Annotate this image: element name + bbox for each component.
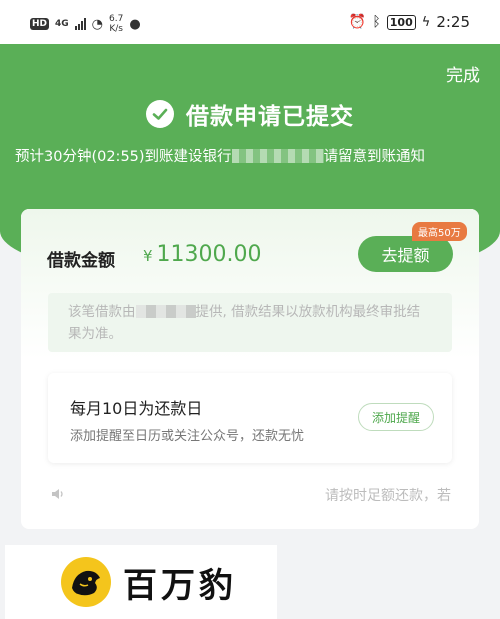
status-right: ⏰ ᛒ 100 ϟ 2:25 [349, 13, 470, 31]
speaker-icon [51, 488, 65, 504]
status-left: HD 4G ◔ 6.7 K/s ● [30, 14, 141, 34]
bluetooth-icon: ᛒ [372, 14, 381, 30]
watermark-text: 百万豹 [123, 566, 237, 606]
wechat-icon: ● [129, 16, 141, 32]
page-title: 借款申请已提交 [186, 104, 354, 130]
done-button[interactable]: 完成 [446, 61, 480, 86]
lender-notice-prefix: 该笔借款由 [68, 304, 136, 320]
charging-icon: ϟ [421, 14, 431, 30]
title-row: 借款申请已提交 [0, 97, 500, 131]
watermark: 百万豹 [5, 545, 277, 619]
masked-account [231, 149, 324, 163]
check-circle-icon [146, 100, 174, 128]
hd-badge: HD [30, 18, 50, 30]
net-speed-unit: K/s [109, 24, 123, 34]
ticker-text: 请按时足额还款，若 [325, 488, 451, 504]
currency-symbol: ¥ [143, 247, 153, 265]
arrival-notice-suffix: 请留意到账通知 [323, 149, 426, 165]
repayment-reminder-desc: 添加提醒至日历或关注公众号，还款无忧 [70, 429, 305, 444]
add-reminder-button[interactable]: 添加提醒 [358, 403, 434, 431]
battery-icon: 100 [386, 14, 416, 30]
alarm-icon: ⏰ [348, 14, 367, 30]
limit-badge: 最高50万 [412, 222, 467, 241]
repayment-day-title: 每月10日为还款日 [70, 399, 203, 418]
leopard-logo-icon [61, 557, 111, 607]
amount-number: 11300.00 [156, 242, 262, 267]
net-speed: 6.7 K/s [109, 14, 123, 34]
status-bar: HD 4G ◔ 6.7 K/s ● ⏰ ᛒ 100 ϟ 2:25 [0, 0, 500, 44]
arrival-notice-prefix: 预计30分钟(02:55)到账建设银行 [15, 149, 232, 165]
repayment-reminder-card: 每月10日为还款日 添加提醒至日历或关注公众号，还款无忧 添加提醒 [48, 373, 452, 463]
arrival-notice: 预计30分钟(02:55)到账建设银行 请留意到账通知 [15, 145, 495, 166]
signal-icon [74, 18, 86, 30]
raise-limit-button[interactable]: 去提额 [358, 236, 453, 272]
net-speed-value: 6.7 [109, 14, 124, 24]
lender-notice: 该笔借款由 提供, 借款结果以放款机构最终审批结果为准。 [48, 293, 452, 352]
wifi-icon: ◔ [91, 16, 104, 32]
clock: 2:25 [436, 13, 470, 31]
amount-value: ¥11300.00 [143, 242, 262, 267]
network-type: 4G [55, 19, 69, 29]
loan-card: 借款金额 ¥11300.00 去提额 最高50万 该笔借款由 提供, 借款结果以放… [21, 209, 479, 529]
masked-lender [135, 305, 196, 318]
amount-label: 借款金额 [47, 251, 115, 271]
notice-ticker: 请按时足额还款，若 [21, 479, 479, 509]
